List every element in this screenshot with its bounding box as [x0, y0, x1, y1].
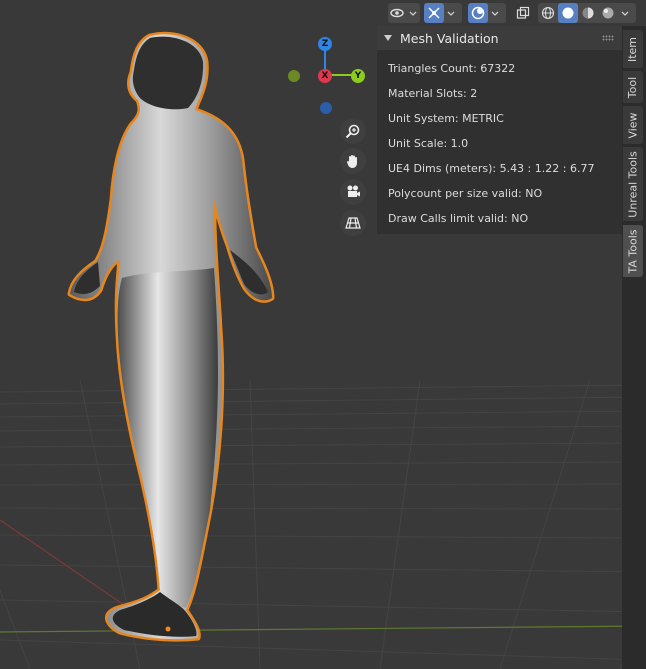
triangles-count-row: Triangles Count: 67322	[388, 62, 516, 75]
gizmo-y-axis[interactable]: Y	[351, 69, 365, 83]
floor-grid	[0, 379, 646, 669]
character-mesh	[67, 31, 275, 642]
unit-system-row: Unit System: METRIC	[388, 112, 504, 125]
hand-icon	[347, 155, 357, 168]
eye-icon	[388, 3, 406, 23]
rendered-icon[interactable]	[598, 3, 618, 23]
shading-mode-group[interactable]	[538, 3, 636, 23]
gizmo-neg-y-axis[interactable]	[288, 70, 300, 82]
chevron-down-icon	[406, 3, 420, 23]
tab-ta-tools[interactable]: TA Tools	[623, 225, 643, 277]
visibility-dropdown[interactable]	[388, 3, 420, 23]
unit-scale-row: Unit Scale: 1.0	[388, 137, 469, 150]
material-icon[interactable]	[578, 3, 598, 23]
chevron-down-icon[interactable]	[488, 3, 502, 23]
sidebar-tabs: Item Tool View Unreal Tools TA Tools	[622, 26, 646, 669]
tab-tool[interactable]: Tool	[623, 71, 643, 103]
overlay-icon	[468, 3, 488, 23]
chevron-down-icon[interactable]	[444, 3, 458, 23]
tab-unreal-tools[interactable]: Unreal Tools	[623, 147, 643, 221]
tab-item[interactable]: Item	[623, 30, 643, 68]
grid-icon	[345, 217, 361, 229]
gizmo-z-axis[interactable]: Z	[318, 37, 332, 51]
mesh-validation-panel: Mesh Validation Triangles Count: 67322 M…	[377, 26, 622, 234]
material-slots-row: Material Slots: 2	[388, 87, 478, 100]
wireframe-icon[interactable]	[538, 3, 558, 23]
overlay-toggle[interactable]	[468, 3, 506, 23]
zoom-icon	[345, 124, 360, 139]
gizmo-toggle[interactable]	[424, 3, 462, 23]
xray-toggle[interactable]	[512, 3, 534, 23]
draw-calls-valid-row: Draw Calls limit valid: NO	[388, 212, 529, 225]
gizmo-x-axis[interactable]: X	[318, 69, 332, 83]
3d-viewport[interactable]: Z X Y Mesh Validation Triangles Count: 6…	[0, 0, 646, 669]
gizmo-neg-z-axis[interactable]	[320, 102, 332, 114]
ue4-dims-row: UE4 Dims (meters): 5.43 : 1.22 : 6.77	[388, 162, 595, 175]
panel-title: Mesh Validation	[400, 30, 499, 46]
solid-icon[interactable]	[558, 3, 578, 23]
panel-header[interactable]: Mesh Validation	[377, 26, 622, 50]
zoom-button[interactable]	[340, 118, 366, 144]
polycount-valid-row: Polycount per size valid: NO	[388, 187, 543, 200]
y-axis-line	[0, 625, 646, 633]
drag-handle-icon[interactable]	[602, 35, 614, 41]
pan-button[interactable]	[340, 148, 366, 174]
collapse-triangle-icon[interactable]	[384, 35, 392, 41]
chevron-down-icon[interactable]	[618, 3, 632, 23]
perspective-toggle-button[interactable]	[340, 210, 366, 236]
xray-icon	[512, 3, 534, 23]
camera-view-button[interactable]	[340, 179, 366, 205]
gizmo-icon	[424, 3, 444, 23]
tab-view[interactable]: View	[623, 106, 643, 144]
camera-icon	[347, 185, 360, 197]
